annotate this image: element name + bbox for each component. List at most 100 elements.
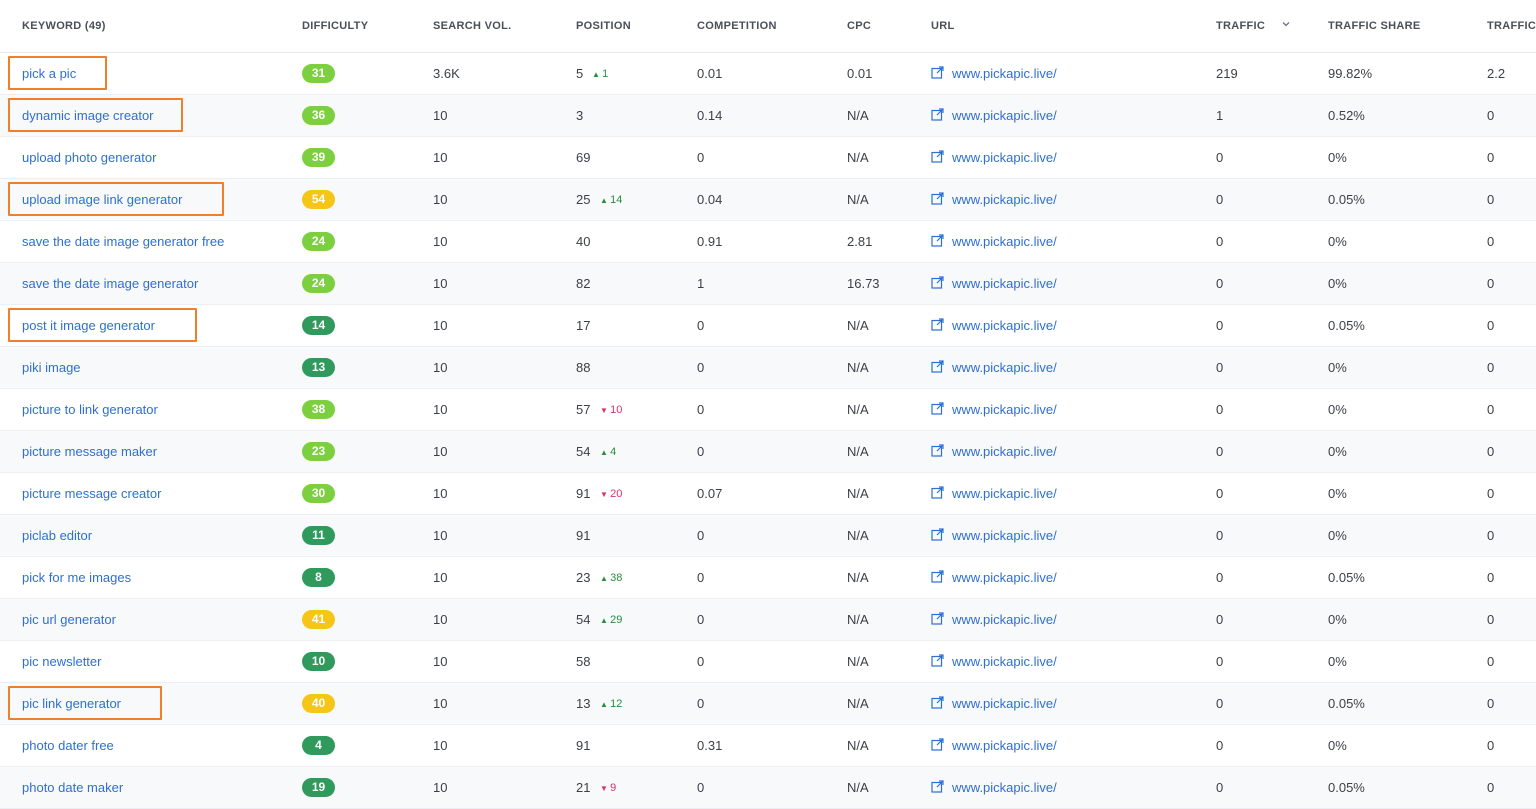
url-link[interactable]: www.pickapic.live/ [952, 738, 1057, 753]
traffic-share-value: 0% [1328, 444, 1347, 459]
position-value: 3 [576, 108, 584, 123]
search-volume: 10 [433, 780, 448, 795]
traffic-cost-value: 0 [1487, 444, 1495, 459]
col-traffic-cost-header[interactable]: TRAFFIC [1487, 20, 1536, 32]
external-link-icon[interactable] [931, 192, 944, 205]
url-link[interactable]: www.pickapic.live/ [952, 276, 1057, 291]
external-link-icon[interactable] [931, 276, 944, 289]
external-link-icon[interactable] [931, 528, 944, 541]
competition-value: 0 [697, 444, 705, 459]
table-row: pick for me images 8 10 23 ▲ 38 0 N/A www.picka… [0, 557, 1536, 599]
url-link[interactable]: www.pickapic.live/ [952, 444, 1057, 459]
col-traffic-header[interactable]: TRAFFIC [1216, 20, 1265, 32]
keyword-link[interactable]: photo dater free [22, 738, 114, 753]
search-volume: 10 [433, 528, 448, 543]
table-row: piclab editor 11 10 91 0 N/A www.pickapic.live… [0, 515, 1536, 557]
traffic-share-value: 0% [1328, 528, 1347, 543]
keyword-link[interactable]: picture to link generator [22, 402, 158, 417]
keyword-link[interactable]: piki image [22, 360, 81, 375]
traffic-value: 1 [1216, 108, 1224, 123]
col-cpc-header[interactable]: CPC [847, 20, 871, 32]
traffic-cost-value: 0 [1487, 234, 1495, 249]
traffic-cost-value: 0 [1487, 318, 1495, 333]
keyword-link[interactable]: dynamic image creator [22, 108, 154, 123]
keyword-link[interactable]: picture message maker [22, 444, 157, 459]
external-link-icon[interactable] [931, 486, 944, 499]
keyword-link[interactable]: pic url generator [22, 612, 116, 627]
keyword-link[interactable]: photo date maker [22, 780, 123, 795]
url-link[interactable]: www.pickapic.live/ [952, 402, 1057, 417]
external-link-icon[interactable] [931, 108, 944, 121]
external-link-icon[interactable] [931, 444, 944, 457]
chevron-down-icon[interactable] [1281, 19, 1291, 29]
keyword-link[interactable]: pic link generator [22, 696, 121, 711]
search-volume: 10 [433, 402, 448, 417]
table-row: picture message maker 23 10 54 ▲ 4 0 N/A www.pi… [0, 431, 1536, 473]
url-link[interactable]: www.pickapic.live/ [952, 654, 1057, 669]
url-link[interactable]: www.pickapic.live/ [952, 66, 1057, 81]
table-row: upload image link generator 54 10 25 ▲ 14 0.0… [0, 179, 1536, 221]
table-row: photo date maker 19 10 21 ▼ 9 0 N/A www.pickapi… [0, 767, 1536, 809]
col-competition-header[interactable]: COMPETITION [697, 20, 777, 32]
col-search-vol-header[interactable]: SEARCH VOL. [433, 20, 511, 32]
external-link-icon[interactable] [931, 234, 944, 247]
cpc-value: N/A [847, 108, 869, 123]
external-link-icon[interactable] [931, 360, 944, 373]
traffic-cost-value: 0 [1487, 402, 1495, 417]
competition-value: 0 [697, 654, 705, 669]
table-row: upload photo generator 39 10 69 0 N/A www.pick… [0, 137, 1536, 179]
traffic-cost-value: 0 [1487, 360, 1495, 375]
url-link[interactable]: www.pickapic.live/ [952, 696, 1057, 711]
url-link[interactable]: www.pickapic.live/ [952, 486, 1057, 501]
url-link[interactable]: www.pickapic.live/ [952, 150, 1057, 165]
external-link-icon[interactable] [931, 318, 944, 331]
position-change-value: 38 [610, 572, 623, 584]
position-value: 57 [576, 402, 591, 417]
difficulty-badge: 36 [302, 106, 335, 125]
url-link[interactable]: www.pickapic.live/ [952, 360, 1057, 375]
external-link-icon[interactable] [931, 570, 944, 583]
external-link-icon[interactable] [931, 780, 944, 793]
external-link-icon[interactable] [931, 696, 944, 709]
difficulty-badge: 30 [302, 484, 335, 503]
col-position-header[interactable]: POSITION [576, 20, 631, 32]
url-link[interactable]: www.pickapic.live/ [952, 528, 1057, 543]
external-link-icon[interactable] [931, 66, 944, 79]
url-link[interactable]: www.pickapic.live/ [952, 192, 1057, 207]
col-traffic-share-header[interactable]: TRAFFIC SHARE [1328, 20, 1421, 32]
search-volume: 10 [433, 108, 448, 123]
external-link-icon[interactable] [931, 402, 944, 415]
keyword-link[interactable]: upload photo generator [22, 150, 156, 165]
position-value: 54 [576, 612, 591, 627]
keyword-link[interactable]: pick a pic [22, 66, 76, 81]
col-difficulty-header[interactable]: DIFFICULTY [302, 20, 368, 32]
url-link[interactable]: www.pickapic.live/ [952, 612, 1057, 627]
position-change: ▼ 9 [600, 782, 616, 794]
keyword-link[interactable]: save the date image generator [22, 276, 198, 291]
competition-value: 0 [697, 318, 705, 333]
keyword-link[interactable]: picture message creator [22, 486, 161, 501]
traffic-value: 0 [1216, 612, 1224, 627]
keyword-link[interactable]: pick for me images [22, 570, 131, 585]
col-url-header[interactable]: URL [931, 20, 955, 32]
external-link-icon[interactable] [931, 612, 944, 625]
col-keyword-header[interactable]: KEYWORD (49) [22, 20, 106, 32]
external-link-icon[interactable] [931, 150, 944, 163]
external-link-icon[interactable] [931, 738, 944, 751]
url-link[interactable]: www.pickapic.live/ [952, 234, 1057, 249]
table-row: dynamic image creator 36 10 3 0.14 N/A www.pic… [0, 95, 1536, 137]
traffic-cost-value: 0 [1487, 696, 1495, 711]
url-link[interactable]: www.pickapic.live/ [952, 570, 1057, 585]
url-link[interactable]: www.pickapic.live/ [952, 108, 1057, 123]
traffic-value: 0 [1216, 444, 1224, 459]
external-link-icon[interactable] [931, 654, 944, 667]
keyword-link[interactable]: post it image generator [22, 318, 155, 333]
search-volume: 10 [433, 318, 448, 333]
keyword-link[interactable]: pic newsletter [22, 654, 101, 669]
url-link[interactable]: www.pickapic.live/ [952, 780, 1057, 795]
keyword-link[interactable]: upload image link generator [22, 192, 182, 207]
keyword-link[interactable]: piclab editor [22, 528, 92, 543]
url-link[interactable]: www.pickapic.live/ [952, 318, 1057, 333]
keyword-link[interactable]: save the date image generator free [22, 234, 224, 249]
traffic-value: 0 [1216, 318, 1224, 333]
